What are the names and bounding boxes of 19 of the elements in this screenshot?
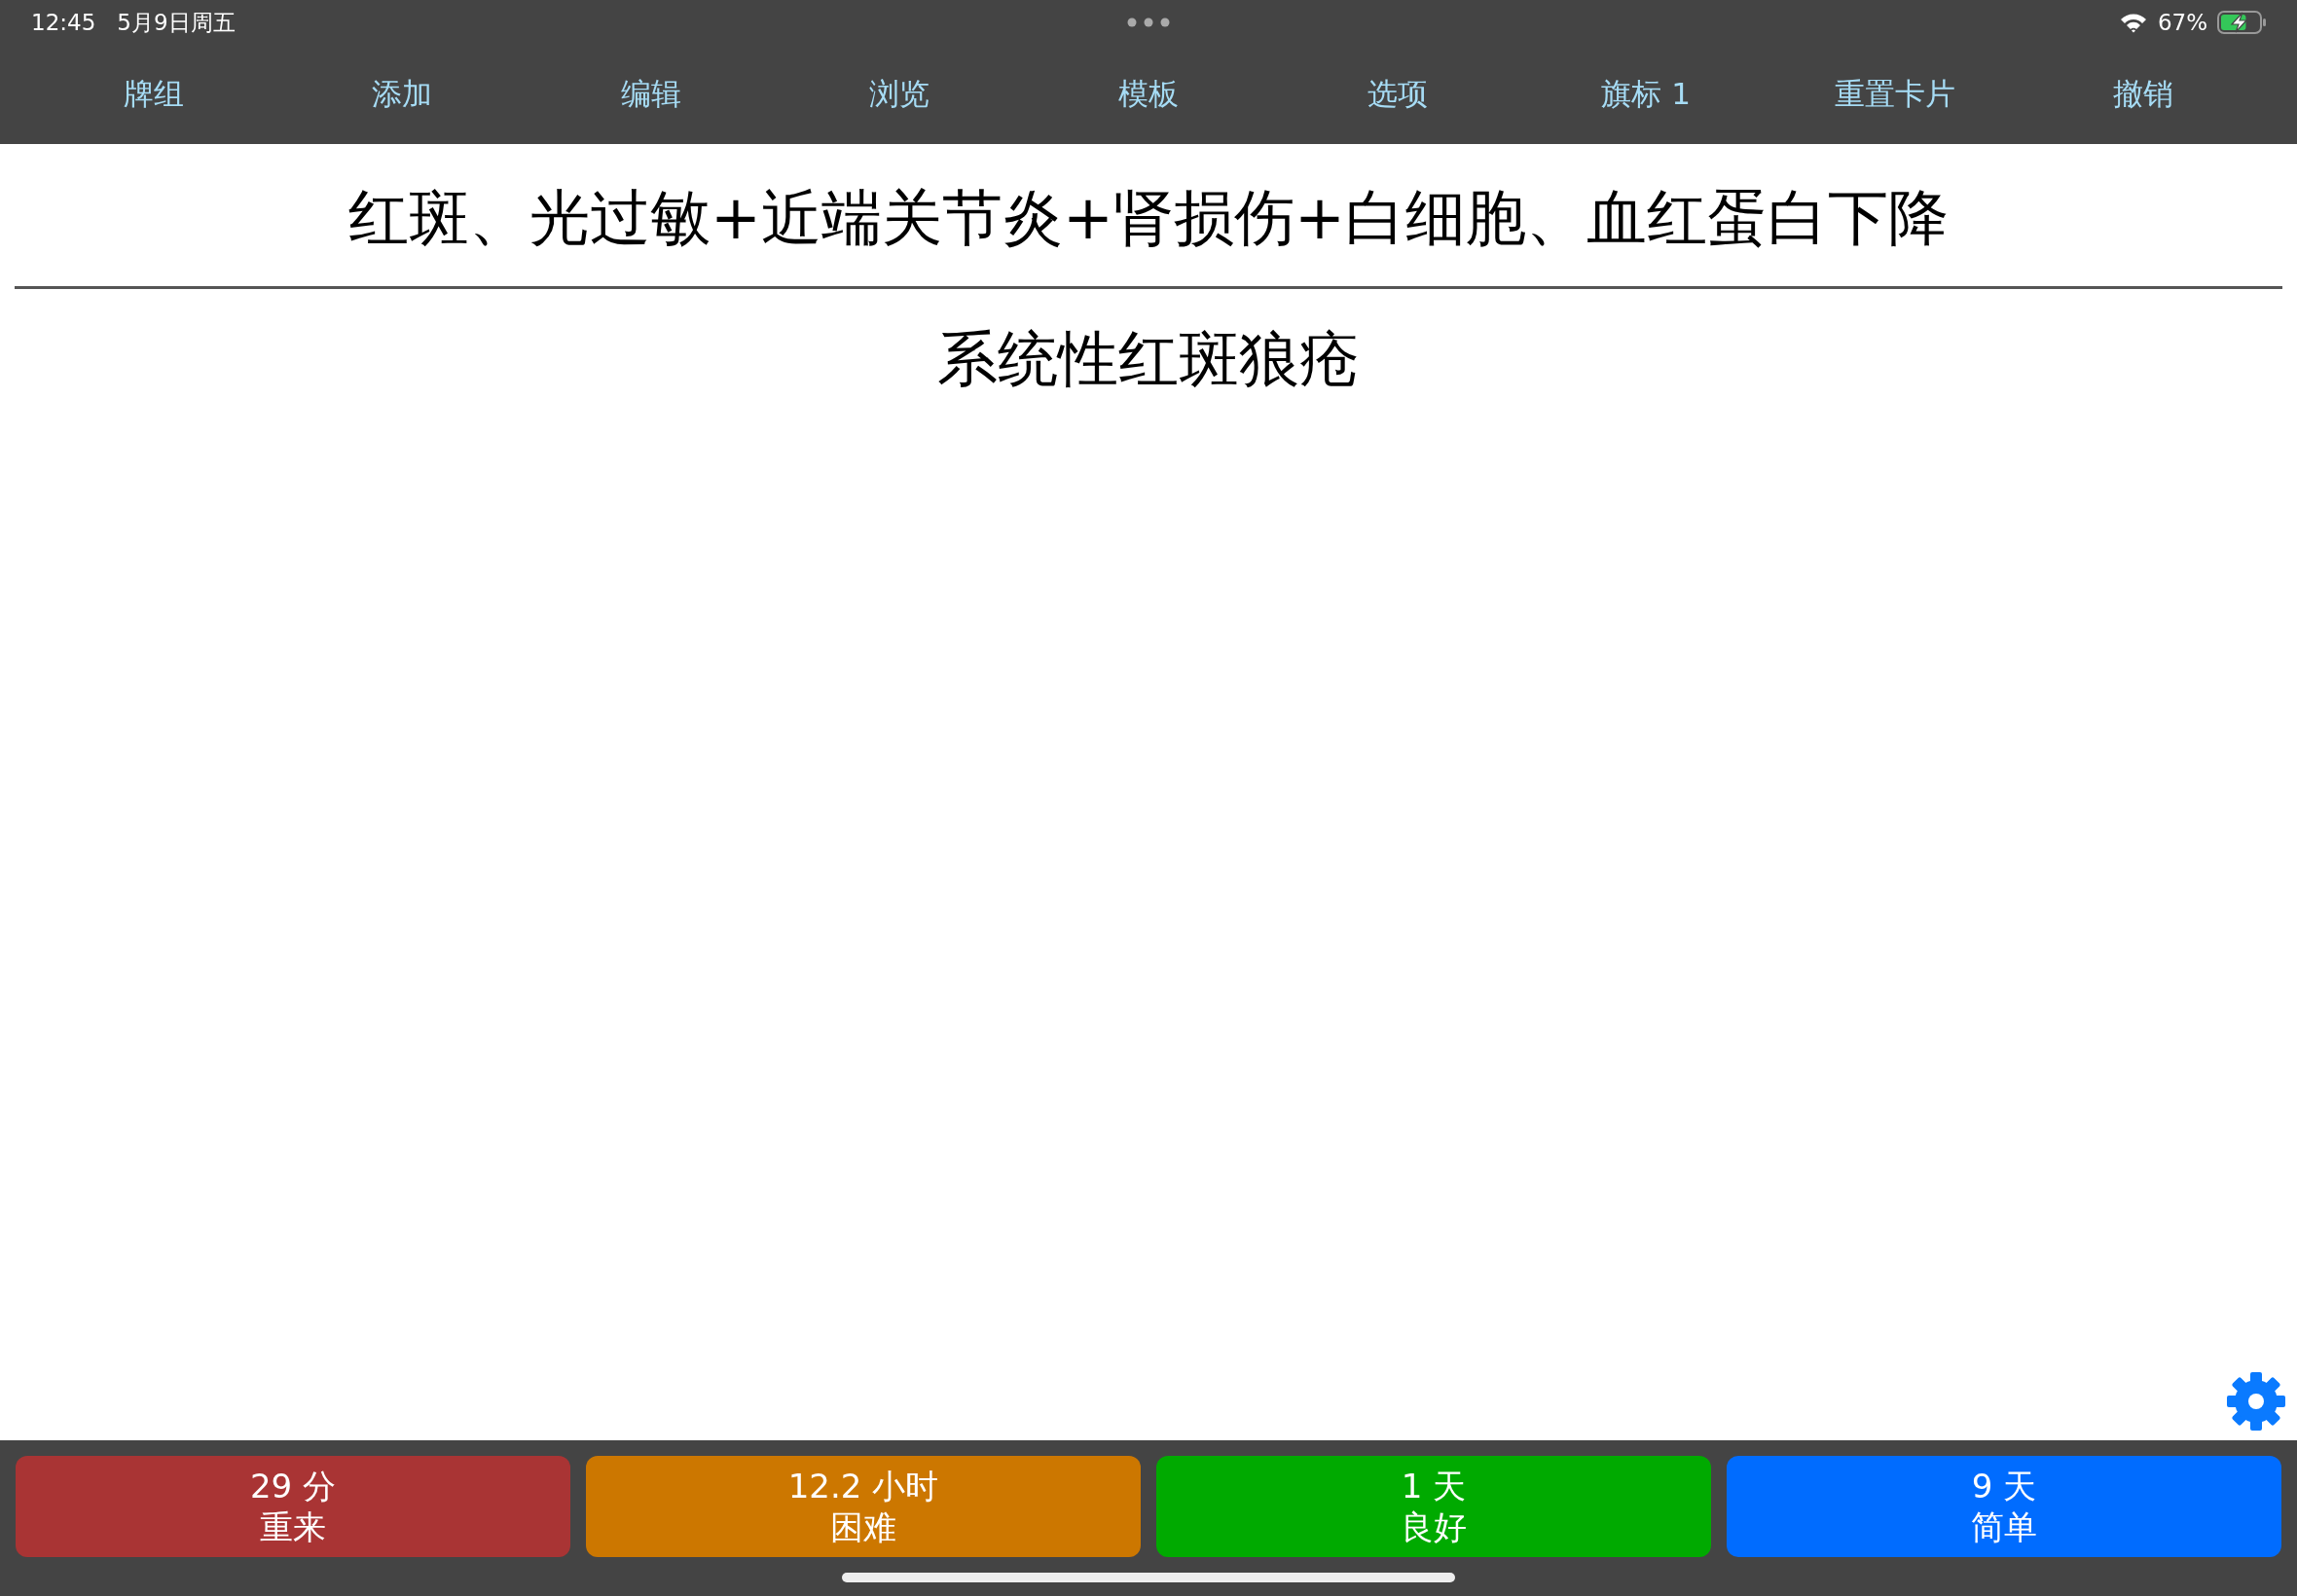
multitasking-dots-icon[interactable] — [1127, 18, 1170, 27]
answer-button[interactable]: 29 分 重来 — [16, 1456, 570, 1557]
toolbar-button[interactable]: 牌组 — [117, 70, 190, 119]
settings-icon[interactable] — [2225, 1370, 2287, 1433]
toolbar-button[interactable]: 撤销 — [2107, 70, 2180, 119]
toolbar-button[interactable]: 添加 — [366, 70, 439, 119]
answer-button[interactable]: 9 天 简单 — [1727, 1456, 2281, 1557]
battery-percent: 67% — [2157, 10, 2207, 35]
status-time: 12:45 — [31, 10, 96, 35]
toolbar-button[interactable]: 旗标 1 — [1595, 70, 1696, 119]
answer-button[interactable]: 12.2 小时 困难 — [586, 1456, 1141, 1557]
toolbar-button[interactable]: 浏览 — [863, 70, 936, 119]
toolbar-button[interactable]: 模板 — [1112, 70, 1185, 119]
toolbar-button[interactable]: 选项 — [1361, 70, 1434, 119]
toolbar-button[interactable]: 编辑 — [614, 70, 687, 119]
card-answer: 系统性红斑狼疮 — [937, 322, 1360, 396]
status-date: 5月9日周五 — [117, 8, 236, 37]
card-question: 红斑、光过敏+近端关节炎+肾损伤+白细胞、血红蛋白下降 — [348, 181, 1949, 255]
toolbar-button[interactable]: 重置卡片 — [1828, 70, 1961, 119]
